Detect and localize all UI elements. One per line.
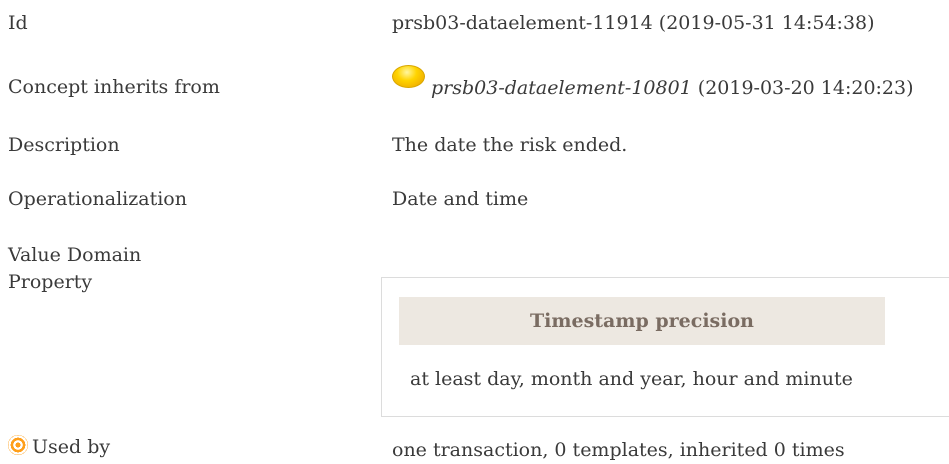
concept-inherits-value: prsb03-dataelement-10801 (2019-03-20 14:… (392, 63, 914, 99)
used-by-label-text: Used by (32, 436, 111, 458)
used-by-value: one transaction, 0 templates, inherited … (392, 439, 845, 461)
property-box: Timestamp precision at least day, month … (381, 277, 949, 417)
used-by-label: Used by (8, 435, 111, 458)
id-label: Id (8, 12, 28, 34)
operationalization-label: Operationalization (8, 188, 187, 210)
status-dot-yellow-icon (392, 64, 425, 88)
property-value: at least day, month and year, hour and m… (410, 368, 853, 390)
value-domain-label: Value Domain (8, 244, 142, 266)
concept-inherits-label: Concept inherits from (8, 76, 220, 98)
description-value: The date the risk ended. (392, 134, 628, 156)
property-header: Timestamp precision (399, 297, 885, 345)
id-value: prsb03-dataelement-11914 (2019-05-31 14:… (392, 12, 875, 34)
operationalization-value: Date and time (392, 188, 529, 210)
property-label: Property (8, 271, 93, 293)
concept-inherits-link[interactable]: prsb03-dataelement-10801 (431, 77, 692, 99)
description-label: Description (8, 134, 120, 156)
target-icon (8, 435, 28, 455)
concept-inherits-date: (2019-03-20 14:20:23) (697, 77, 914, 99)
